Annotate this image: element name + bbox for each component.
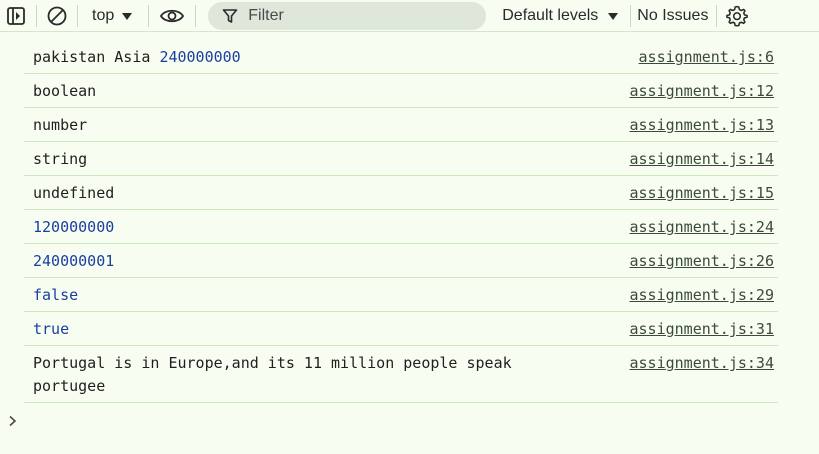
- console-log-row: number assignment.js:13: [24, 108, 778, 142]
- clear-console-icon[interactable]: [45, 4, 69, 28]
- log-string-value: boolean: [33, 82, 97, 100]
- console-log-row: undefined assignment.js:15: [24, 176, 778, 210]
- log-source-link[interactable]: assignment.js:26: [630, 250, 775, 273]
- log-number-value: 240000000: [159, 48, 241, 66]
- log-string-value: number: [33, 116, 88, 134]
- log-source-link[interactable]: assignment.js:34: [630, 352, 775, 375]
- log-string-value: pakistan Asia: [33, 48, 160, 66]
- console-log-row: 120000000 assignment.js:24: [24, 210, 778, 244]
- context-selector[interactable]: top: [92, 6, 133, 25]
- log-message: number: [33, 114, 578, 137]
- log-levels-label: Default levels: [502, 6, 599, 24]
- filter-input[interactable]: [248, 6, 469, 25]
- console-prompt[interactable]: [8, 411, 819, 431]
- chevron-right-icon: [8, 415, 18, 427]
- log-string-value: undefined: [33, 184, 115, 202]
- console-log-row: Portugal is in Europe,and its 11 million…: [24, 346, 778, 403]
- filter-field[interactable]: [208, 1, 487, 30]
- toolbar-divider: [195, 4, 197, 27]
- log-source-link[interactable]: assignment.js:31: [630, 318, 775, 341]
- console-log-row: true assignment.js:31: [24, 312, 778, 346]
- toolbar-divider: [77, 4, 78, 27]
- issues-button[interactable]: No Issues: [637, 7, 708, 25]
- log-boolean-value: false: [33, 286, 79, 304]
- console-log-row: boolean assignment.js:12: [24, 74, 778, 108]
- log-message: boolean: [33, 80, 578, 103]
- console-log-row: string assignment.js:14: [24, 142, 778, 176]
- filter-funnel-icon: [222, 8, 238, 24]
- log-string-value: string: [33, 150, 88, 168]
- live-expression-eye-icon[interactable]: [157, 4, 187, 28]
- sidebar-toggle-icon[interactable]: [4, 4, 28, 28]
- log-message: string: [33, 148, 578, 171]
- toolbar-divider: [630, 4, 632, 27]
- log-source-link[interactable]: assignment.js:12: [630, 80, 775, 103]
- toolbar-divider: [716, 4, 718, 27]
- log-message: true: [33, 318, 578, 341]
- log-boolean-value: true: [33, 320, 70, 338]
- log-source-link[interactable]: assignment.js:29: [630, 284, 775, 307]
- console-messages: pakistan Asia 240000000 assignment.js:6 bo…: [0, 40, 819, 431]
- console-log-row: 240000001 assignment.js:26: [24, 244, 778, 278]
- console-toolbar: top Default levels No Issues: [0, 0, 819, 32]
- console-log-row: pakistan Asia 240000000 assignment.js:6: [24, 40, 778, 74]
- log-message: 240000001: [33, 250, 578, 273]
- log-source-link[interactable]: assignment.js:6: [639, 46, 774, 69]
- gear-icon[interactable]: [725, 4, 749, 28]
- caret-down-icon: [608, 12, 619, 20]
- log-message: pakistan Asia 240000000: [33, 46, 578, 69]
- context-selector-label: top: [92, 6, 115, 24]
- log-source-link[interactable]: assignment.js:13: [630, 114, 775, 137]
- log-message: Portugal is in Europe,and its 11 million…: [33, 352, 578, 398]
- log-source-link[interactable]: assignment.js:15: [630, 182, 775, 205]
- log-message: 120000000: [33, 216, 578, 239]
- log-source-link[interactable]: assignment.js:24: [630, 216, 775, 239]
- toolbar-divider: [36, 4, 37, 27]
- log-message: undefined: [33, 182, 578, 205]
- log-number-value: 240000001: [33, 252, 115, 270]
- log-message: false: [33, 284, 578, 307]
- toolbar-divider: [148, 4, 150, 27]
- log-number-value: 120000000: [33, 218, 115, 236]
- log-list: pakistan Asia 240000000 assignment.js:6 bo…: [0, 40, 819, 403]
- log-string-value: Portugal is in Europe,and its 11 million…: [33, 354, 521, 395]
- log-levels-dropdown[interactable]: Default levels: [502, 6, 619, 25]
- console-log-row: false assignment.js:29: [24, 278, 778, 312]
- log-source-link[interactable]: assignment.js:14: [630, 148, 775, 171]
- caret-down-icon: [122, 12, 133, 20]
